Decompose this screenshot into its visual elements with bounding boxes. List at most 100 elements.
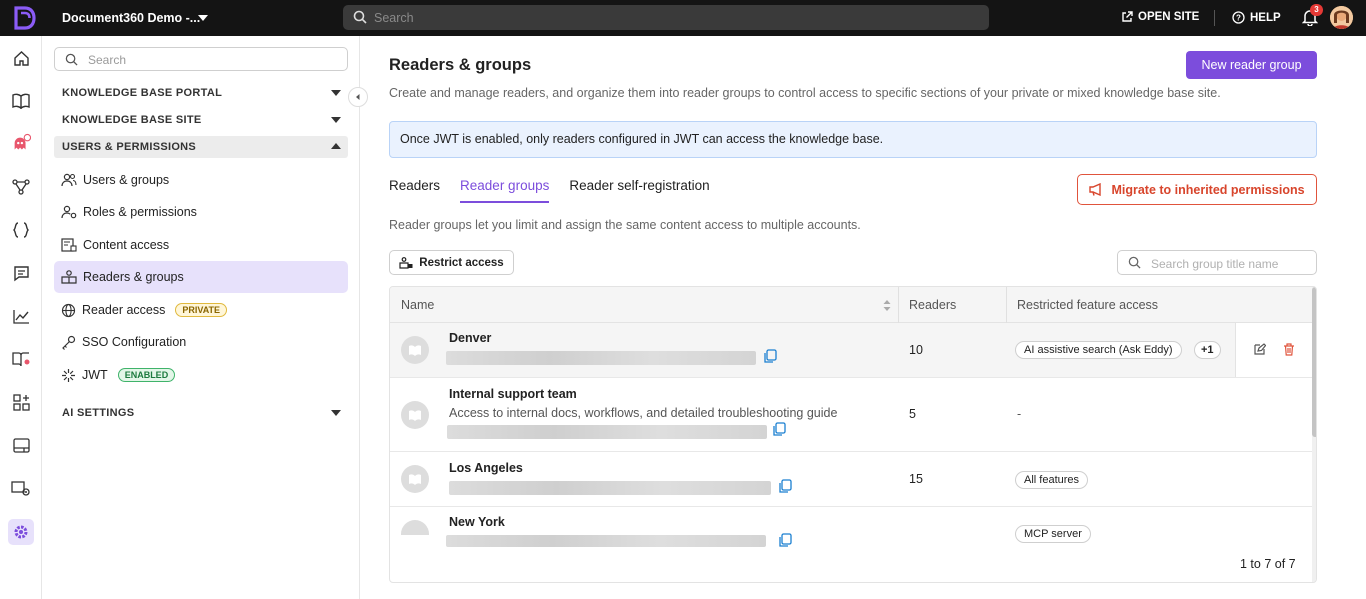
analytics-icon[interactable] bbox=[11, 306, 31, 326]
group-icon bbox=[401, 401, 429, 429]
settings-icon[interactable] bbox=[8, 519, 34, 545]
search-icon bbox=[353, 10, 367, 24]
knowledge-icon[interactable] bbox=[11, 349, 31, 369]
reader-count: 15 bbox=[909, 472, 923, 486]
tab-readers[interactable]: Readers bbox=[389, 178, 440, 203]
redacted-text bbox=[447, 425, 767, 439]
sidebar-item-content-access[interactable]: Content access bbox=[54, 229, 348, 261]
group-icon bbox=[401, 336, 429, 364]
api-icon[interactable] bbox=[11, 220, 31, 240]
project-name[interactable]: Document360 Demo -... bbox=[62, 11, 200, 25]
global-search-input[interactable]: Search bbox=[343, 5, 989, 30]
section-users-permissions[interactable]: USERS & PERMISSIONS bbox=[54, 136, 348, 158]
eddy-ai-icon[interactable] bbox=[11, 133, 31, 154]
tab-reader-groups[interactable]: Reader groups bbox=[460, 178, 550, 203]
private-badge: PRIVATE bbox=[175, 303, 228, 317]
chevron-down-icon bbox=[331, 90, 341, 96]
table-row[interactable]: Internal support team Access to internal… bbox=[390, 378, 1312, 452]
home-icon[interactable] bbox=[11, 48, 31, 68]
group-name[interactable]: Internal support team bbox=[449, 387, 577, 401]
key-icon bbox=[62, 335, 76, 350]
sidebar-item-jwt[interactable]: JWT ENABLED bbox=[54, 359, 348, 391]
section-knowledge-base-portal[interactable]: KNOWLEDGE BASE PORTAL bbox=[54, 82, 348, 104]
sidebar-search-input[interactable]: Search bbox=[54, 47, 348, 71]
table-scrollbar-thumb[interactable] bbox=[1312, 287, 1316, 437]
group-description: Access to internal docs, workflows, and … bbox=[449, 406, 838, 420]
sidebar-item-sso-configuration[interactable]: SSO Configuration bbox=[54, 326, 348, 358]
sidebar-item-reader-access[interactable]: Reader access PRIVATE bbox=[54, 294, 348, 326]
document360-logo-icon[interactable] bbox=[12, 6, 38, 30]
group-search-input[interactable]: Search group title name bbox=[1117, 250, 1317, 275]
sidebar-item-label: JWT bbox=[82, 368, 108, 382]
group-name[interactable]: New York bbox=[449, 515, 505, 529]
main-content: Readers & groups New reader group Create… bbox=[360, 36, 1366, 599]
chevron-down-icon[interactable] bbox=[198, 15, 208, 21]
section-ai-settings[interactable]: AI SETTINGS bbox=[54, 402, 348, 424]
sidebar-item-roles-permissions[interactable]: Roles & permissions bbox=[54, 196, 348, 228]
column-name[interactable]: Name bbox=[401, 298, 434, 312]
workflow-icon[interactable] bbox=[11, 177, 31, 197]
edit-icon[interactable] bbox=[1253, 343, 1266, 356]
sidebar-item-readers-groups[interactable]: Readers & groups bbox=[54, 261, 348, 293]
copy-icon[interactable] bbox=[778, 479, 792, 494]
group-name[interactable]: Denver bbox=[449, 331, 491, 345]
site-settings-icon[interactable] bbox=[11, 478, 31, 498]
divider bbox=[1006, 287, 1007, 323]
page-title: Readers & groups bbox=[389, 56, 532, 74]
migrate-label: Migrate to inherited permissions bbox=[1111, 182, 1305, 197]
users-icon bbox=[61, 173, 77, 187]
reader-groups-description: Reader groups let you limit and assign t… bbox=[389, 218, 861, 232]
avatar[interactable] bbox=[1330, 6, 1353, 29]
search-icon bbox=[1128, 256, 1141, 269]
migrate-permissions-button[interactable]: Migrate to inherited permissions bbox=[1077, 174, 1317, 205]
table-row[interactable]: New York MCP server bbox=[390, 507, 1312, 547]
restrict-access-button[interactable]: Restrict access bbox=[389, 250, 514, 275]
reader-count: 5 bbox=[909, 407, 916, 421]
chevron-up-icon bbox=[331, 143, 341, 149]
redacted-text bbox=[446, 351, 756, 365]
widget-icon[interactable] bbox=[11, 435, 31, 455]
table-row[interactable]: Los Angeles 15 All features bbox=[390, 452, 1312, 507]
help-label: HELP bbox=[1250, 11, 1281, 24]
group-icon bbox=[401, 520, 429, 535]
copy-icon[interactable] bbox=[763, 349, 777, 364]
sidebar-item-users-groups[interactable]: Users & groups bbox=[54, 164, 348, 196]
copy-icon[interactable] bbox=[772, 422, 786, 437]
section-label: KNOWLEDGE BASE PORTAL bbox=[62, 87, 223, 99]
column-readers: Readers bbox=[909, 298, 957, 312]
app-rail bbox=[0, 36, 42, 599]
table-row[interactable]: Denver 10 AI assistive search (Ask Eddy)… bbox=[390, 323, 1312, 378]
column-restricted-feature-access: Restricted feature access bbox=[1017, 298, 1159, 312]
sidebar-search-placeholder: Search bbox=[88, 53, 127, 67]
svg-text:?: ? bbox=[1236, 14, 1241, 23]
notification-badge: 3 bbox=[1310, 4, 1323, 16]
sidebar-item-label: Readers & groups bbox=[83, 270, 184, 284]
reader-group-icon bbox=[61, 270, 77, 284]
chevron-down-icon bbox=[331, 117, 341, 123]
delete-icon[interactable] bbox=[1283, 343, 1295, 356]
jwt-icon bbox=[62, 368, 75, 382]
open-site-button[interactable]: OPEN SITE bbox=[1121, 11, 1199, 23]
page-subtitle: Create and manage readers, and organize … bbox=[389, 86, 1221, 100]
feature-chip: All features bbox=[1015, 471, 1089, 489]
settings-sidebar: Search KNOWLEDGE BASE PORTAL KNOWLEDGE B… bbox=[42, 36, 360, 599]
pagination-summary: 1 to 7 of 7 bbox=[1240, 557, 1296, 571]
group-name[interactable]: Los Angeles bbox=[449, 461, 523, 475]
tab-reader-self-registration[interactable]: Reader self-registration bbox=[569, 178, 709, 203]
search-placeholder: Search bbox=[374, 11, 414, 25]
feedback-icon[interactable] bbox=[11, 263, 31, 283]
user-gear-icon bbox=[61, 205, 77, 219]
new-reader-group-button[interactable]: New reader group bbox=[1186, 51, 1317, 79]
copy-icon[interactable] bbox=[778, 533, 792, 547]
more-features-chip[interactable]: +1 bbox=[1194, 341, 1221, 359]
row-actions bbox=[1235, 323, 1312, 377]
feature-chip: AI assistive search (Ask Eddy) bbox=[1015, 341, 1182, 359]
book-icon[interactable] bbox=[11, 91, 31, 111]
section-knowledge-base-site[interactable]: KNOWLEDGE BASE SITE bbox=[54, 109, 348, 131]
megaphone-icon bbox=[1089, 183, 1102, 196]
external-link-icon bbox=[1122, 11, 1133, 22]
apps-icon[interactable] bbox=[11, 392, 31, 412]
enabled-badge: ENABLED bbox=[117, 368, 176, 382]
sort-icon[interactable] bbox=[883, 300, 891, 311]
help-button[interactable]: ? HELP bbox=[1232, 11, 1281, 24]
